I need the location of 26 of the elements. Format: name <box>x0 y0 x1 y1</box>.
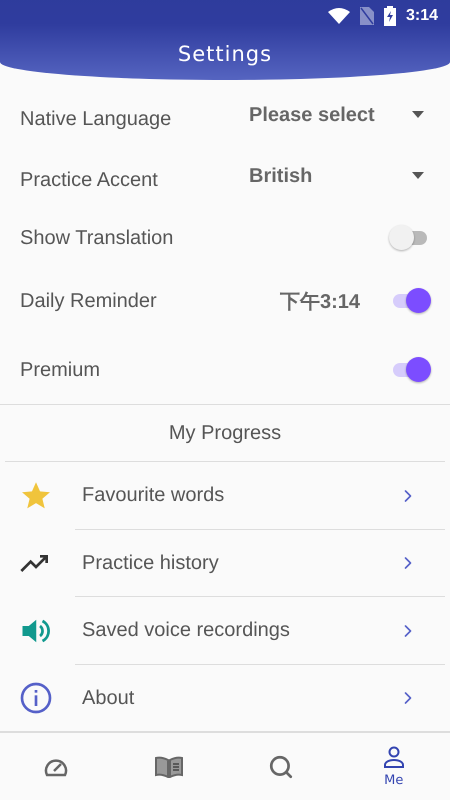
setting-dropdown[interactable]: Please select <box>249 104 424 127</box>
info-icon <box>20 682 52 714</box>
book-icon <box>154 756 184 778</box>
section-title: My Progress <box>168 421 282 446</box>
status-time: 3:14 <box>406 7 438 25</box>
dropdown-caret-icon <box>412 172 424 180</box>
reminder-time: 下午3:14 <box>280 290 360 315</box>
no-sim-icon <box>360 7 374 25</box>
screen-title: Settings <box>176 42 274 66</box>
setting-label: Practice Accent <box>20 168 159 192</box>
setting-label: Premium <box>20 358 102 382</box>
battery-icon <box>384 6 396 26</box>
search-icon <box>268 754 294 780</box>
menu-item[interactable]: About <box>0 664 450 732</box>
setting-label: Show Translation <box>20 226 174 250</box>
person-icon <box>382 745 406 770</box>
setting-dropdown[interactable]: British <box>249 164 424 188</box>
menu-item[interactable]: Saved voice recordings <box>0 597 450 664</box>
setting-label: Native Language <box>20 108 172 131</box>
nav-tab[interactable]: Me <box>338 733 450 800</box>
setting-label: Daily Reminder <box>20 290 158 313</box>
wifi-icon <box>328 8 350 24</box>
star-icon <box>20 480 52 511</box>
menu-item[interactable]: Practice history <box>0 530 450 596</box>
menu-item[interactable]: Favourite words <box>0 462 450 529</box>
dropdown-caret-icon <box>412 111 424 120</box>
